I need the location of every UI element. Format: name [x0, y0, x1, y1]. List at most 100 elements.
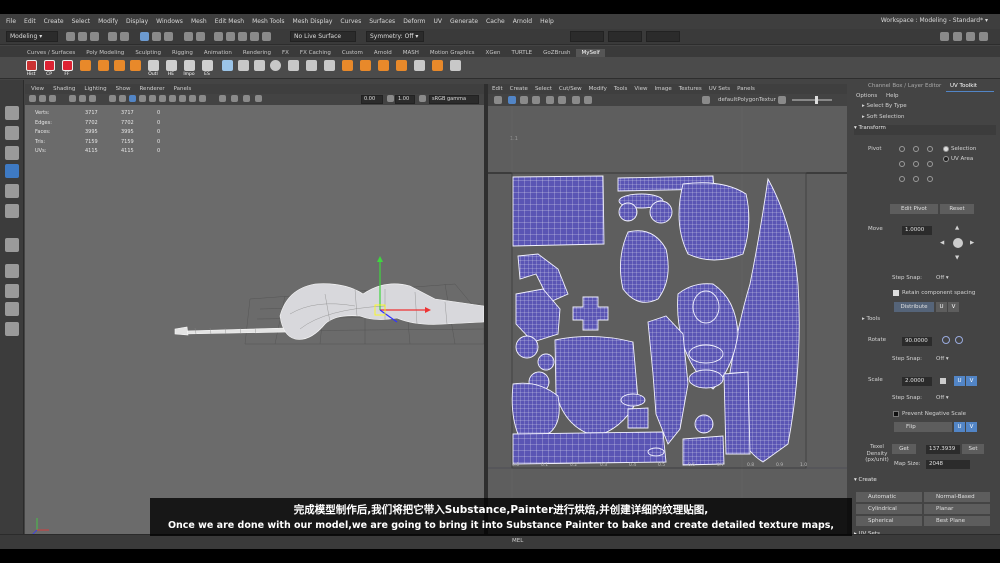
shadows-icon[interactable] — [169, 95, 176, 102]
pivot-radio[interactable] — [913, 161, 919, 167]
save-scene-icon[interactable] — [90, 32, 99, 41]
menu-create[interactable]: Create — [44, 18, 64, 25]
history-icon[interactable] — [250, 32, 259, 41]
menu-cache[interactable]: Cache — [486, 18, 505, 25]
menu-select[interactable]: Select — [72, 18, 91, 25]
move-down-icon[interactable]: ▼ — [955, 255, 959, 261]
undo-icon[interactable] — [108, 32, 117, 41]
gamma-field[interactable]: 1.00 — [395, 95, 415, 104]
scale-u-button[interactable]: U — [954, 376, 965, 386]
menu-surfaces[interactable]: Surfaces — [369, 18, 395, 25]
cylinder-shelf-icon[interactable] — [98, 60, 109, 71]
rotate-value-field[interactable]: 90.0000 — [902, 337, 932, 346]
texel-set-button[interactable]: Set — [962, 444, 984, 454]
rotate-tool-icon[interactable] — [5, 184, 19, 198]
ambient-occlusion-icon[interactable] — [179, 95, 186, 102]
viewport-menu-renderer[interactable]: Renderer — [139, 86, 164, 92]
mesh-tool-shelf-icon[interactable] — [222, 60, 233, 71]
workspace-selector[interactable]: Workspace : Modeling - Standard* ▾ — [881, 17, 988, 24]
shelf-tab-sculpting[interactable]: Sculpting — [130, 49, 166, 57]
four-view-layout-icon[interactable] — [5, 284, 19, 298]
shelf-tab-motion-graphics[interactable]: Motion Graphics — [425, 49, 480, 57]
pivot-radio[interactable] — [899, 146, 905, 152]
flip-button[interactable]: Flip — [894, 422, 952, 432]
menu-mesh-tools[interactable]: Mesh Tools — [252, 18, 284, 25]
camera-attributes-icon[interactable] — [39, 95, 46, 102]
rotate-step-snap-value[interactable]: Off ▾ — [936, 356, 949, 362]
xray-icon[interactable] — [139, 95, 146, 102]
side-by-side-layout-icon[interactable] — [5, 302, 19, 316]
menu-edit[interactable]: Edit — [24, 18, 36, 25]
target-weld-shelf-icon[interactable] — [270, 60, 281, 71]
distribute-u-button[interactable]: U — [936, 302, 947, 312]
pivot-uv-area-radio[interactable] — [943, 156, 949, 162]
menu-mesh[interactable]: Mesh — [191, 18, 207, 25]
tool-settings-icon[interactable] — [966, 32, 975, 41]
shelf-tab-fx-caching[interactable]: FX Caching — [295, 49, 336, 57]
checker-shelf-icon[interactable] — [254, 60, 265, 71]
shelf-tab-fx[interactable]: FX — [277, 49, 294, 57]
last-tool-icon[interactable] — [5, 238, 19, 252]
single-view-layout-icon[interactable] — [5, 264, 19, 278]
paint-tool-icon[interactable] — [5, 146, 19, 160]
y-field[interactable] — [608, 31, 642, 42]
soft-selection-section[interactable]: ▸ Soft Selection — [862, 114, 904, 120]
pivot-radio[interactable] — [927, 176, 933, 182]
move-left-icon[interactable]: ◀ — [940, 240, 944, 246]
history-shelf-icon[interactable] — [26, 60, 37, 71]
grid-toggle-icon[interactable] — [69, 95, 76, 102]
mode-dropdown[interactable]: Modeling ▾ — [6, 31, 58, 42]
shelf-tab-rigging[interactable]: Rigging — [167, 49, 198, 57]
menu-arnold[interactable]: Arnold — [513, 18, 532, 25]
flip-v-button[interactable]: V — [966, 422, 977, 432]
move-center-icon[interactable] — [953, 238, 963, 248]
options-menu[interactable]: Options — [856, 93, 877, 99]
snap-curve-icon[interactable] — [196, 32, 205, 41]
shelf-tab-curves-surfaces[interactable]: Curves / Surfaces — [22, 49, 80, 57]
textured-icon[interactable] — [149, 95, 156, 102]
menu-uv[interactable]: UV — [434, 18, 443, 25]
scale-step-snap-value[interactable]: Off ▾ — [936, 395, 949, 401]
viewport-menu-show[interactable]: Show — [116, 86, 131, 92]
menu-help[interactable]: Help — [540, 18, 554, 25]
lasso-tool-icon[interactable] — [5, 126, 19, 140]
channel-box-icon[interactable] — [979, 32, 988, 41]
prevent-negative-checkbox[interactable] — [893, 411, 899, 417]
rotate-cw-icon[interactable] — [955, 336, 963, 344]
xray-joints-icon[interactable] — [231, 95, 238, 102]
snap-surface-icon[interactable] — [238, 32, 247, 41]
pivot-radio[interactable] — [899, 176, 905, 182]
insert-loop-shelf-icon[interactable] — [306, 60, 317, 71]
shelf-tab-gozbrush[interactable]: GoZBrush — [538, 49, 575, 57]
texel-value-field[interactable]: 137.3939 — [926, 445, 960, 454]
menu-curves[interactable]: Curves — [340, 18, 361, 25]
select-edge-loop-shelf-icon[interactable] — [288, 60, 299, 71]
tools-section[interactable]: ▸ Tools — [862, 316, 880, 322]
outliner-shelf-icon[interactable] — [148, 60, 159, 71]
smooth-shelf-icon[interactable] — [378, 60, 389, 71]
pivot-radio[interactable] — [913, 146, 919, 152]
create-section[interactable]: ▾ Create — [854, 477, 996, 487]
xray-components-icon[interactable] — [243, 95, 250, 102]
menu-generate[interactable]: Generate — [450, 18, 478, 25]
menu-windows[interactable]: Windows — [156, 18, 183, 25]
reset-pivot-button[interactable]: Reset — [940, 204, 974, 214]
scale-tool-icon[interactable] — [5, 204, 19, 218]
select-mask-icon[interactable] — [140, 32, 149, 41]
symmetry-dropdown[interactable]: Symmetry: Off ▾ — [366, 31, 424, 42]
menu-mesh-display[interactable]: Mesh Display — [293, 18, 333, 25]
shelf-tab-arnold[interactable]: Arnold — [369, 49, 397, 57]
distribute-button[interactable]: Distribute — [894, 302, 934, 312]
wireframe-on-shaded-icon[interactable] — [129, 95, 136, 102]
best-plane-mapping-button[interactable]: Best Plane — [924, 516, 990, 526]
shelf-tab-poly-modeling[interactable]: Poly Modeling — [81, 49, 129, 57]
help-menu[interactable]: Help — [886, 93, 899, 99]
snap-point-icon[interactable] — [214, 32, 223, 41]
cube-shelf-icon[interactable] — [80, 60, 91, 71]
move-step-snap-value[interactable]: Off ▾ — [936, 275, 949, 281]
cylindrical-mapping-button[interactable]: Cylindrical — [856, 504, 922, 514]
viewport-menu-shading[interactable]: Shading — [53, 86, 75, 92]
shelf-tab-rendering[interactable]: Rendering — [238, 49, 276, 57]
uv-editor-shelf-icon[interactable] — [414, 60, 425, 71]
spherical-mapping-button[interactable]: Spherical — [856, 516, 922, 526]
